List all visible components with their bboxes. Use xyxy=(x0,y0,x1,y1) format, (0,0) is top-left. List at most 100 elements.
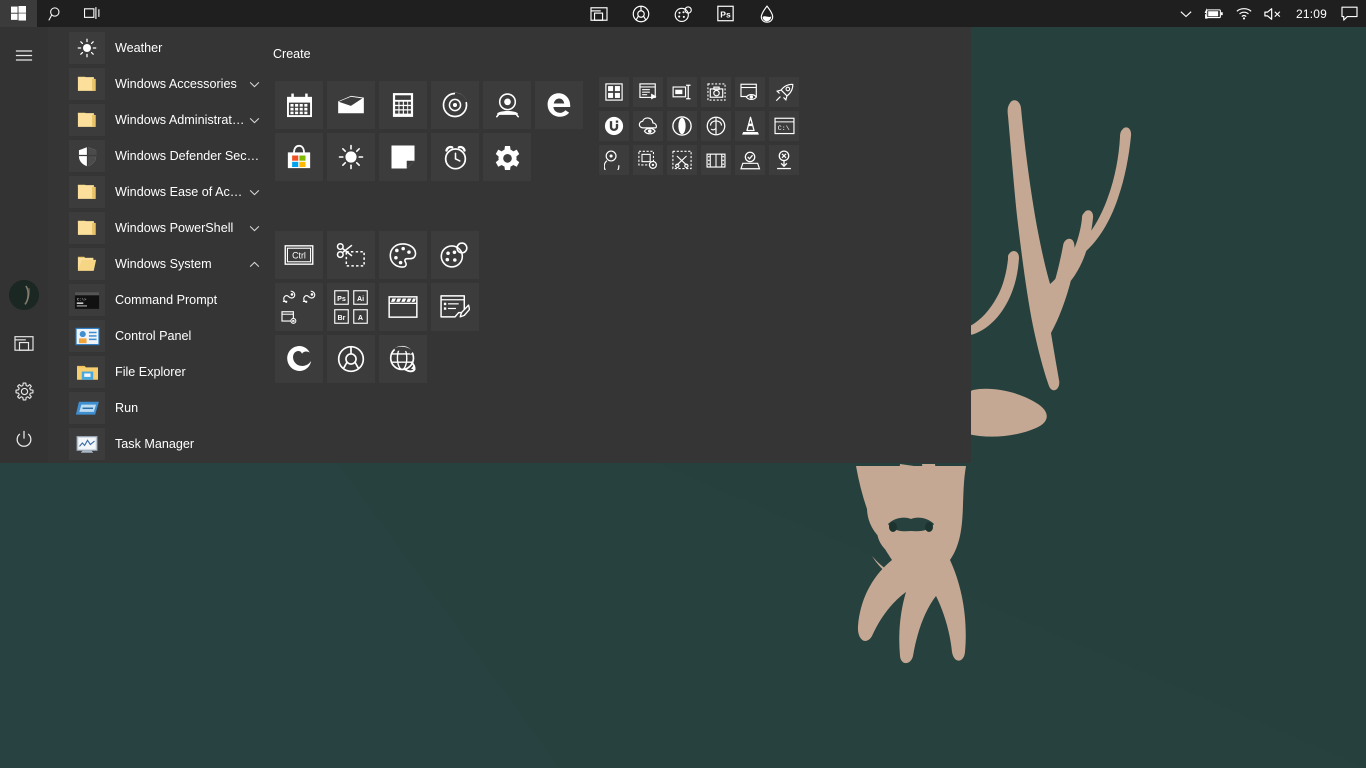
tile-sticky-notes[interactable] xyxy=(379,133,427,181)
tile-wordpad[interactable] xyxy=(431,283,479,331)
chevron-down-icon[interactable] xyxy=(247,81,261,88)
tile-disc-burner[interactable] xyxy=(599,145,629,175)
app-list-item-windows-defender-security-centre[interactable]: Windows Defender Security Centre xyxy=(48,138,271,174)
tile-microsoft-edge[interactable] xyxy=(535,81,583,129)
screen-capture-icon xyxy=(706,83,726,101)
app-list[interactable]: Weather Windows Accessories Windows Admi… xyxy=(48,27,271,463)
tile-paint[interactable] xyxy=(379,231,427,279)
tile-weather[interactable] xyxy=(327,133,375,181)
tray-volume-button[interactable] xyxy=(1258,0,1288,27)
grid-tiles-icon xyxy=(605,83,623,101)
app-list-item-windows-administrative-tools[interactable]: Windows Administrative Tools xyxy=(48,102,271,138)
tile-chrome[interactable] xyxy=(327,335,375,383)
tool-b-icon xyxy=(302,290,316,304)
tile-cloud-viewer[interactable] xyxy=(633,111,663,141)
tile-media-player[interactable] xyxy=(633,77,663,107)
search-button[interactable] xyxy=(37,0,74,27)
tile-command-prompt[interactable]: C:\ xyxy=(769,111,799,141)
tile-video-settings[interactable] xyxy=(633,145,663,175)
tile-launcher[interactable] xyxy=(769,77,799,107)
taskbar-app-water-drop[interactable] xyxy=(747,0,787,27)
tile-firefox[interactable] xyxy=(275,335,323,383)
chevron-down-icon[interactable] xyxy=(247,117,261,124)
taskbar-app-chrome[interactable] xyxy=(621,0,661,27)
app-list-item-label: Windows Accessories xyxy=(115,77,237,91)
hamburger-icon xyxy=(15,49,33,61)
tile-brain-tool[interactable] xyxy=(701,111,731,141)
tile-preview[interactable] xyxy=(735,77,765,107)
tile-video-cutter[interactable] xyxy=(667,145,697,175)
app-list-item-windows-ease-of-access[interactable]: Windows Ease of Access xyxy=(48,174,271,210)
tile-adobe-folder[interactable]: Ps Ai Br A xyxy=(327,283,375,331)
tile-opera[interactable] xyxy=(667,111,697,141)
tile-utorrent[interactable] xyxy=(599,111,629,141)
start-button[interactable] xyxy=(0,0,37,27)
cmd-window-icon: C:\ xyxy=(773,117,795,135)
app-list-item-file-explorer[interactable]: File Explorer xyxy=(48,354,271,390)
chevron-up-icon[interactable] xyxy=(247,261,261,268)
film-cut-icon xyxy=(672,150,692,170)
tile-mail[interactable] xyxy=(327,81,375,129)
tray-show-hidden-button[interactable] xyxy=(1174,0,1198,27)
documents-button[interactable] xyxy=(0,319,48,367)
tile-split-view[interactable] xyxy=(701,145,731,175)
tool-c-icon xyxy=(281,310,297,324)
tray-clock[interactable]: 21:09 xyxy=(1288,0,1335,27)
chevron-down-icon[interactable] xyxy=(247,189,261,196)
taskbar-app-file-explorer[interactable] xyxy=(579,0,619,27)
app-list-item-windows-system[interactable]: Windows System xyxy=(48,246,271,282)
app-list-item-windows-accessories[interactable]: Windows Accessories xyxy=(48,66,271,102)
app-list-item-task-manager[interactable]: Task Manager xyxy=(48,426,271,462)
bridge-icon: Br xyxy=(333,309,349,325)
task-view-button[interactable] xyxy=(74,0,111,27)
tile-snipping-tool[interactable] xyxy=(327,231,375,279)
paint3d-icon xyxy=(440,242,468,268)
hamburger-button[interactable] xyxy=(0,31,48,79)
run-icon xyxy=(69,392,105,424)
app-list-item-command-prompt[interactable]: C:\> Command Prompt xyxy=(48,282,271,318)
tile-movie-maker[interactable] xyxy=(379,283,427,331)
acrobat-icon: A xyxy=(353,309,369,325)
app-list-item-label: Run xyxy=(115,401,139,415)
app-list-item-weather[interactable]: Weather xyxy=(48,30,271,66)
tile-internet-explorer[interactable] xyxy=(379,335,427,383)
taskbar-app-paint3d[interactable] xyxy=(663,0,703,27)
folder-icon xyxy=(69,68,105,100)
tray-battery-button[interactable] xyxy=(1198,0,1230,27)
tile-screenshot[interactable] xyxy=(701,77,731,107)
tile-camera[interactable] xyxy=(483,81,531,129)
tile-calculator[interactable] xyxy=(379,81,427,129)
tile-paint3d[interactable] xyxy=(431,231,479,279)
tile-scanner[interactable] xyxy=(735,145,765,175)
file-explorer-icon xyxy=(69,356,105,388)
tile-uninstaller[interactable] xyxy=(769,145,799,175)
playlist-play-icon xyxy=(638,83,657,100)
tile-remote-control[interactable]: Ctrl xyxy=(275,231,323,279)
app-list-item-control-panel[interactable]: Control Panel xyxy=(48,318,271,354)
user-account-button[interactable] xyxy=(0,271,48,319)
taskbar-app-photoshop[interactable]: Ps xyxy=(705,0,745,27)
tray-action-center-button[interactable] xyxy=(1335,0,1364,27)
app-list-item-label: Command Prompt xyxy=(115,293,218,307)
tile-tools-folder[interactable] xyxy=(275,283,323,331)
tile-vlc[interactable] xyxy=(735,111,765,141)
tile-alarms-clock[interactable] xyxy=(431,133,479,181)
app-list-item-windows-powershell[interactable]: Windows PowerShell xyxy=(48,210,271,246)
power-button[interactable] xyxy=(0,415,48,463)
tile-calendar[interactable] xyxy=(275,81,323,129)
camera-icon xyxy=(495,93,519,118)
settings-button[interactable] xyxy=(0,367,48,415)
window-eye-icon xyxy=(740,83,758,101)
tile-microsoft-store[interactable] xyxy=(275,133,323,181)
tile-groove-music[interactable] xyxy=(431,81,479,129)
rocket-icon xyxy=(775,83,793,101)
tile-dashboard[interactable] xyxy=(599,77,629,107)
tile-text-tool[interactable] xyxy=(667,77,697,107)
tray-network-button[interactable] xyxy=(1230,0,1258,27)
start-menu: Weather Windows Accessories Windows Admi… xyxy=(0,27,971,463)
file-explorer-icon xyxy=(590,6,608,21)
disc-icon xyxy=(604,150,620,170)
tile-settings[interactable] xyxy=(483,133,531,181)
app-list-item-run[interactable]: Run xyxy=(48,390,271,426)
chevron-down-icon[interactable] xyxy=(247,225,261,232)
